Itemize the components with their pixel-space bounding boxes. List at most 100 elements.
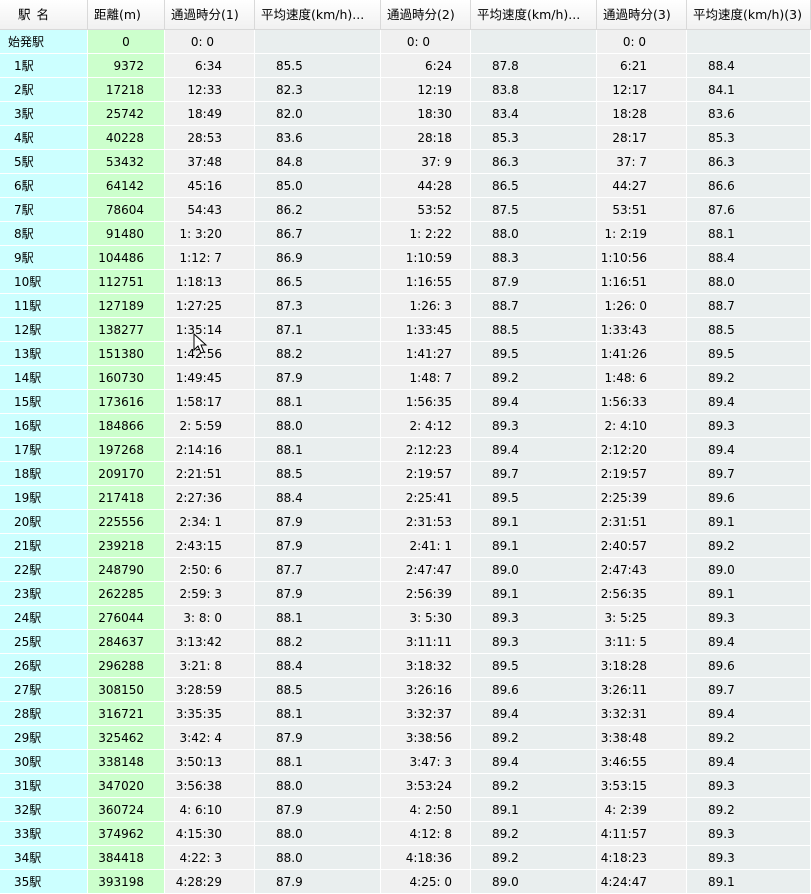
cell-avg-speed-2[interactable]: 89.2: [471, 822, 597, 846]
cell-pass-time-2[interactable]: 6:24: [381, 54, 471, 78]
cell-pass-time-3[interactable]: 3:11: 5: [597, 630, 687, 654]
cell-avg-speed-2[interactable]: 89.1: [471, 510, 597, 534]
table-row[interactable]: 1駅 9372 6:34 85.5 6:24 87.8 6:21 88.4: [0, 54, 811, 78]
table-row[interactable]: 19駅 217418 2:27:36 88.4 2:25:41 89.5 2:25:39 89…: [0, 486, 811, 510]
cell-pass-time-3[interactable]: 37: 7: [597, 150, 687, 174]
cell-avg-speed-3[interactable]: 89.7: [687, 462, 811, 486]
cell-avg-speed-1[interactable]: 84.8: [255, 150, 381, 174]
table-row[interactable]: 28駅 316721 3:35:35 88.1 3:32:37 89.4 3:32:31 89…: [0, 702, 811, 726]
cell-station-name[interactable]: 4駅: [0, 126, 88, 150]
cell-avg-speed-2[interactable]: 89.2: [471, 846, 597, 870]
cell-pass-time-1[interactable]: 2:50: 6: [165, 558, 255, 582]
cell-distance[interactable]: 248790: [88, 558, 165, 582]
cell-pass-time-2[interactable]: 0: 0: [381, 30, 471, 54]
cell-station-name[interactable]: 30駅: [0, 750, 88, 774]
cell-avg-speed-2[interactable]: 89.7: [471, 462, 597, 486]
cell-station-name[interactable]: 5駅: [0, 150, 88, 174]
cell-avg-speed-1[interactable]: 87.1: [255, 318, 381, 342]
cell-avg-speed-3[interactable]: 87.6: [687, 198, 811, 222]
table-row[interactable]: 22駅 248790 2:50: 6 87.7 2:47:47 89.0 2:47:43 89…: [0, 558, 811, 582]
cell-pass-time-1[interactable]: 2:34: 1: [165, 510, 255, 534]
cell-pass-time-1[interactable]: 12:33: [165, 78, 255, 102]
cell-pass-time-1[interactable]: 1:42:56: [165, 342, 255, 366]
cell-avg-speed-3[interactable]: 89.5: [687, 342, 811, 366]
table-row[interactable]: 17駅 197268 2:14:16 88.1 2:12:23 89.4 2:12:20 89…: [0, 438, 811, 462]
cell-avg-speed-2[interactable]: 87.8: [471, 54, 597, 78]
cell-pass-time-2[interactable]: 3:18:32: [381, 654, 471, 678]
table-row[interactable]: 33駅 374962 4:15:30 88.0 4:12: 8 89.2 4:11:57 89…: [0, 822, 811, 846]
cell-avg-speed-2[interactable]: 86.5: [471, 174, 597, 198]
cell-pass-time-1[interactable]: 3:56:38: [165, 774, 255, 798]
table-row[interactable]: 7駅 78604 54:43 86.2 53:52 87.5 53:51 87.6: [0, 198, 811, 222]
cell-station-name[interactable]: 32駅: [0, 798, 88, 822]
cell-pass-time-1[interactable]: 1:27:25: [165, 294, 255, 318]
cell-avg-speed-3[interactable]: 89.4: [687, 390, 811, 414]
cell-pass-time-3[interactable]: 2:25:39: [597, 486, 687, 510]
cell-distance[interactable]: 160730: [88, 366, 165, 390]
table-row[interactable]: 5駅 53432 37:48 84.8 37: 9 86.3 37: 7 86.3: [0, 150, 811, 174]
cell-distance[interactable]: 127189: [88, 294, 165, 318]
cell-station-name[interactable]: 始発駅: [0, 30, 88, 54]
cell-station-name[interactable]: 34駅: [0, 846, 88, 870]
table-row[interactable]: 11駅 127189 1:27:25 87.3 1:26: 3 88.7 1:26: 0 88…: [0, 294, 811, 318]
cell-station-name[interactable]: 18駅: [0, 462, 88, 486]
cell-pass-time-2[interactable]: 4: 2:50: [381, 798, 471, 822]
cell-pass-time-1[interactable]: 3: 8: 0: [165, 606, 255, 630]
table-row[interactable]: 25駅 284637 3:13:42 88.2 3:11:11 89.3 3:11: 5 89…: [0, 630, 811, 654]
cell-station-name[interactable]: 22駅: [0, 558, 88, 582]
column-header-pass-time-1[interactable]: 通過時分(1): [165, 0, 255, 30]
table-row[interactable]: 4駅 40228 28:53 83.6 28:18 85.3 28:17 85.3: [0, 126, 811, 150]
cell-pass-time-2[interactable]: 2:31:53: [381, 510, 471, 534]
cell-pass-time-3[interactable]: 2:40:57: [597, 534, 687, 558]
table-row[interactable]: 3駅 25742 18:49 82.0 18:30 83.4 18:28 83.6: [0, 102, 811, 126]
cell-pass-time-1[interactable]: 3:13:42: [165, 630, 255, 654]
table-row[interactable]: 13駅 151380 1:42:56 88.2 1:41:27 89.5 1:41:26 89…: [0, 342, 811, 366]
cell-pass-time-2[interactable]: 2:12:23: [381, 438, 471, 462]
table-row[interactable]: 35駅 393198 4:28:29 87.9 4:25: 0 89.0 4:24:47 89…: [0, 870, 811, 894]
cell-avg-speed-2[interactable]: 88.3: [471, 246, 597, 270]
cell-distance[interactable]: 276044: [88, 606, 165, 630]
cell-avg-speed-3[interactable]: 85.3: [687, 126, 811, 150]
cell-pass-time-2[interactable]: 4:12: 8: [381, 822, 471, 846]
cell-pass-time-3[interactable]: 1:56:33: [597, 390, 687, 414]
cell-avg-speed-1[interactable]: 83.6: [255, 126, 381, 150]
cell-avg-speed-3[interactable]: 89.1: [687, 870, 811, 894]
cell-distance[interactable]: 209170: [88, 462, 165, 486]
cell-avg-speed-3[interactable]: 89.2: [687, 366, 811, 390]
cell-avg-speed-3[interactable]: 89.3: [687, 822, 811, 846]
cell-pass-time-3[interactable]: 2: 4:10: [597, 414, 687, 438]
cell-pass-time-3[interactable]: 3: 5:25: [597, 606, 687, 630]
cell-distance[interactable]: 17218: [88, 78, 165, 102]
cell-avg-speed-2[interactable]: 89.6: [471, 678, 597, 702]
cell-distance[interactable]: 393198: [88, 870, 165, 894]
cell-avg-speed-2[interactable]: 83.8: [471, 78, 597, 102]
cell-station-name[interactable]: 2駅: [0, 78, 88, 102]
cell-distance[interactable]: 104486: [88, 246, 165, 270]
cell-avg-speed-3[interactable]: 89.0: [687, 558, 811, 582]
cell-pass-time-3[interactable]: 4: 2:39: [597, 798, 687, 822]
cell-pass-time-3[interactable]: 3:18:28: [597, 654, 687, 678]
cell-pass-time-1[interactable]: 4:28:29: [165, 870, 255, 894]
cell-avg-speed-2[interactable]: 89.4: [471, 750, 597, 774]
cell-station-name[interactable]: 7駅: [0, 198, 88, 222]
cell-pass-time-3[interactable]: 2:19:57: [597, 462, 687, 486]
cell-avg-speed-3[interactable]: 89.7: [687, 678, 811, 702]
table-row[interactable]: 始発駅 0 0: 0 0: 0 0: 0: [0, 30, 811, 54]
cell-station-name[interactable]: 19駅: [0, 486, 88, 510]
cell-distance[interactable]: 91480: [88, 222, 165, 246]
cell-avg-speed-2[interactable]: 87.5: [471, 198, 597, 222]
cell-distance[interactable]: 316721: [88, 702, 165, 726]
cell-pass-time-1[interactable]: 37:48: [165, 150, 255, 174]
cell-avg-speed-1[interactable]: 88.1: [255, 702, 381, 726]
cell-pass-time-2[interactable]: 2:47:47: [381, 558, 471, 582]
cell-avg-speed-2[interactable]: 89.4: [471, 702, 597, 726]
cell-pass-time-3[interactable]: 53:51: [597, 198, 687, 222]
cell-avg-speed-2[interactable]: 89.2: [471, 726, 597, 750]
cell-avg-speed-3[interactable]: 89.1: [687, 582, 811, 606]
cell-avg-speed-1[interactable]: 88.2: [255, 630, 381, 654]
cell-pass-time-3[interactable]: 3:53:15: [597, 774, 687, 798]
cell-avg-speed-1[interactable]: 87.9: [255, 726, 381, 750]
table-row[interactable]: 12駅 138277 1:35:14 87.1 1:33:45 88.5 1:33:43 88…: [0, 318, 811, 342]
column-header-pass-time-3[interactable]: 通過時分(3): [597, 0, 687, 30]
cell-avg-speed-3[interactable]: 86.6: [687, 174, 811, 198]
